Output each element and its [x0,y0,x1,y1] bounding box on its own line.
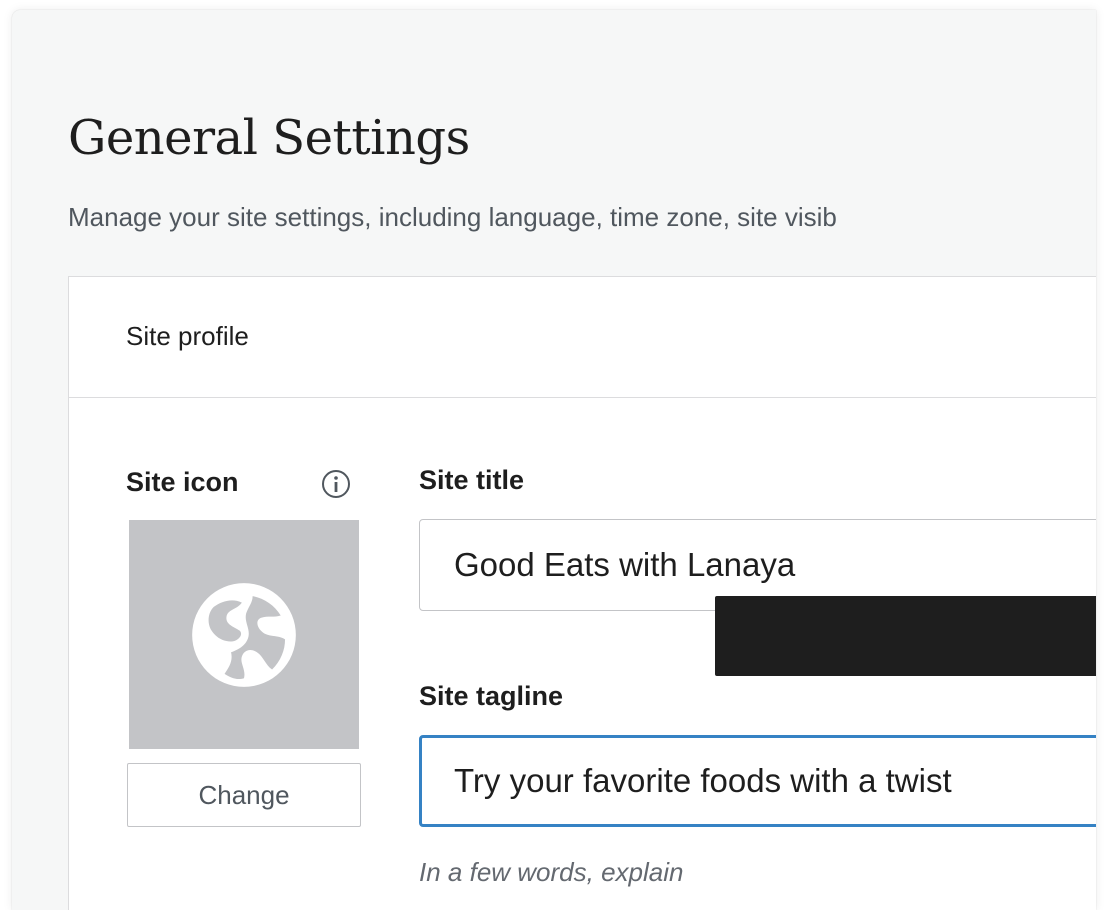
site-tagline-input[interactable] [419,735,1096,827]
section-title: Site profile [126,321,249,351]
site-tagline-label: Site tagline [419,681,564,711]
globe-icon [192,582,296,687]
tagline-help-text: In a few words, explain [419,857,684,887]
settings-window: General Settings Manage your site settin… [12,10,1096,910]
site-profile-header: Site profile [69,277,1096,398]
site-icon-preview[interactable] [129,520,359,749]
info-icon[interactable] [320,468,352,500]
site-icon-label: Site icon [126,467,239,497]
change-icon-button[interactable]: Change [127,763,361,827]
site-title-label: Site title [419,465,525,495]
page-subtitle: Manage your site settings, including lan… [68,202,837,232]
page-title: General Settings [68,110,470,166]
site-profile-card: Site profile Site icon Change Site title… [68,276,1096,910]
tooltip-overlay [715,596,1096,676]
